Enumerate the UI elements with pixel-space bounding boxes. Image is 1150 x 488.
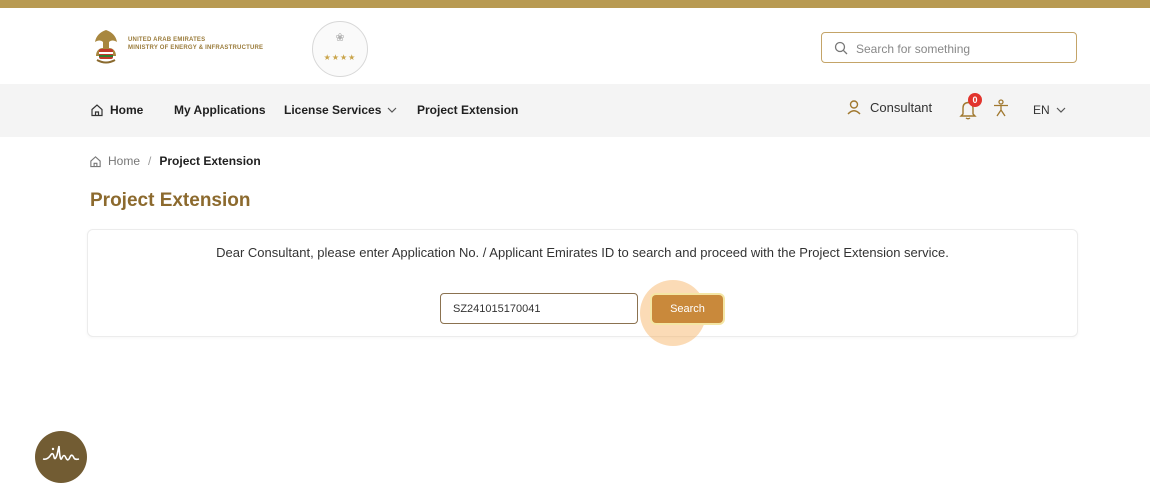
user-menu[interactable]: Consultant	[846, 99, 932, 115]
global-search-input[interactable]	[854, 38, 1068, 60]
signature-logo-icon	[42, 445, 80, 461]
chevron-down-icon	[387, 107, 397, 113]
accessibility-icon[interactable]	[992, 99, 1010, 117]
badge-stars: ★★★★	[323, 53, 357, 62]
nav-home[interactable]: Home	[90, 103, 143, 117]
ministry-line-1: UNITED ARAB EMIRATES	[128, 37, 206, 43]
breadcrumb-current: Project Extension	[159, 154, 261, 168]
user-name: Consultant	[870, 99, 933, 115]
badge-emblem-icon: ❀	[335, 32, 345, 44]
nav-my-applications[interactable]: My Applications	[174, 103, 266, 117]
breadcrumb-separator: /	[148, 154, 152, 168]
breadcrumb-home[interactable]: Home	[108, 154, 140, 168]
uae-emblem-logo[interactable]	[92, 28, 120, 66]
nav-project-extension[interactable]: Project Extension	[417, 103, 518, 117]
user-icon	[847, 100, 861, 115]
home-icon	[91, 104, 103, 117]
language-label: EN	[1033, 103, 1050, 117]
global-search-box[interactable]	[821, 32, 1077, 63]
nav-license-services-label: License Services	[284, 103, 382, 117]
star-rating-badge: ❀ ★★★★	[312, 21, 368, 77]
nav-home-label: Home	[110, 103, 144, 117]
application-number-input[interactable]	[440, 293, 638, 324]
nav-license-services[interactable]: License Services	[284, 103, 397, 117]
breadcrumb: Home / Project Extension	[89, 154, 261, 168]
page-title: Project Extension	[90, 190, 251, 211]
ministry-line-2: MINISTRY OF ENERGY & INFRASTRUCTURE	[128, 44, 264, 51]
instruction-text: Dear Consultant, please enter Applicatio…	[216, 245, 949, 260]
search-button[interactable]: Search	[652, 295, 723, 323]
chevron-down-icon	[1056, 107, 1066, 113]
ministry-name: UNITED ARAB EMIRATES MINISTRY OF ENERGY …	[128, 37, 263, 52]
home-icon	[90, 155, 101, 167]
assistant-widget[interactable]	[35, 431, 87, 483]
search-icon	[834, 41, 848, 55]
notification-count-badge: 0	[968, 93, 982, 107]
language-selector[interactable]: EN	[1033, 103, 1066, 117]
top-accent-bar	[0, 0, 1150, 8]
